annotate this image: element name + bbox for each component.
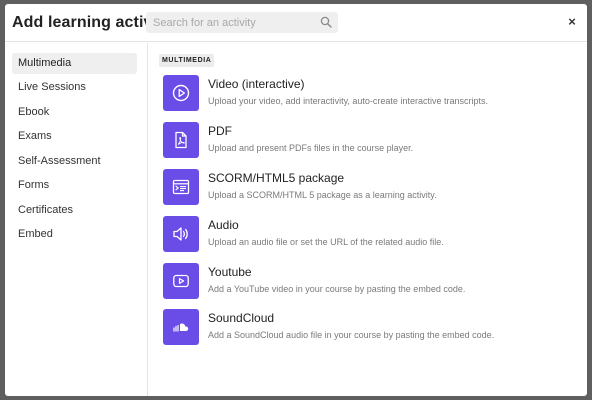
activity-audio[interactable]: Audio Upload an audio file or set the UR…: [163, 216, 583, 253]
pdf-file-icon: [163, 122, 199, 158]
search-icon[interactable]: [320, 16, 332, 28]
search-box: [146, 12, 338, 33]
activity-name: SoundCloud: [208, 311, 275, 325]
speaker-icon: [163, 216, 199, 252]
soundcloud-icon: [163, 309, 199, 345]
category-sidebar: Multimedia Live Sessions Ebook Exams Sel…: [5, 43, 148, 396]
sidebar-item-forms[interactable]: Forms: [12, 175, 137, 196]
sidebar-item-self-assessment[interactable]: Self-Assessment: [12, 151, 137, 172]
search-input[interactable]: [146, 12, 316, 33]
activity-soundcloud[interactable]: SoundCloud Add a SoundCloud audio file i…: [163, 309, 583, 346]
sidebar-item-embed[interactable]: Embed: [12, 224, 137, 245]
section-label: MULTIMEDIA: [159, 54, 215, 67]
youtube-icon: [163, 263, 199, 299]
sidebar-item-multimedia[interactable]: Multimedia: [12, 53, 137, 74]
add-activity-modal: Add learning activity × Multimedia Live …: [5, 4, 587, 396]
activity-description: Upload and present PDFs files in the cou…: [208, 143, 414, 153]
activity-description: Add a SoundCloud audio file in your cour…: [208, 330, 495, 340]
activity-name: Youtube: [208, 265, 252, 279]
scorm-package-icon: [163, 169, 199, 205]
sidebar-item-certificates[interactable]: Certificates: [12, 200, 137, 221]
close-button[interactable]: ×: [565, 14, 579, 30]
sidebar-item-exams[interactable]: Exams: [12, 126, 137, 147]
activity-name: PDF: [208, 124, 232, 138]
activity-description: Add a YouTube video in your course by pa…: [208, 284, 466, 294]
activity-description: Upload your video, add interactivity, au…: [208, 96, 488, 106]
activity-list: MULTIMEDIA Video (interactive) Upload yo…: [149, 43, 587, 396]
activity-video[interactable]: Video (interactive) Upload your video, a…: [163, 75, 583, 112]
activity-pdf[interactable]: PDF Upload and present PDFs files in the…: [163, 122, 583, 159]
sidebar-item-ebook[interactable]: Ebook: [12, 102, 137, 123]
activity-name: Audio: [208, 218, 239, 232]
modal-header: Add learning activity ×: [5, 4, 587, 42]
activity-name: Video (interactive): [208, 77, 305, 91]
activity-youtube[interactable]: Youtube Add a YouTube video in your cour…: [163, 263, 583, 300]
activity-scorm[interactable]: SCORM/HTML5 package Upload a SCORM/HTML …: [163, 169, 583, 206]
play-circle-icon: [163, 75, 199, 111]
sidebar-item-live-sessions[interactable]: Live Sessions: [12, 77, 137, 98]
activity-description: Upload a SCORM/HTML 5 package as a learn…: [208, 190, 437, 200]
activity-description: Upload an audio file or set the URL of t…: [208, 237, 444, 247]
activity-name: SCORM/HTML5 package: [208, 171, 345, 185]
